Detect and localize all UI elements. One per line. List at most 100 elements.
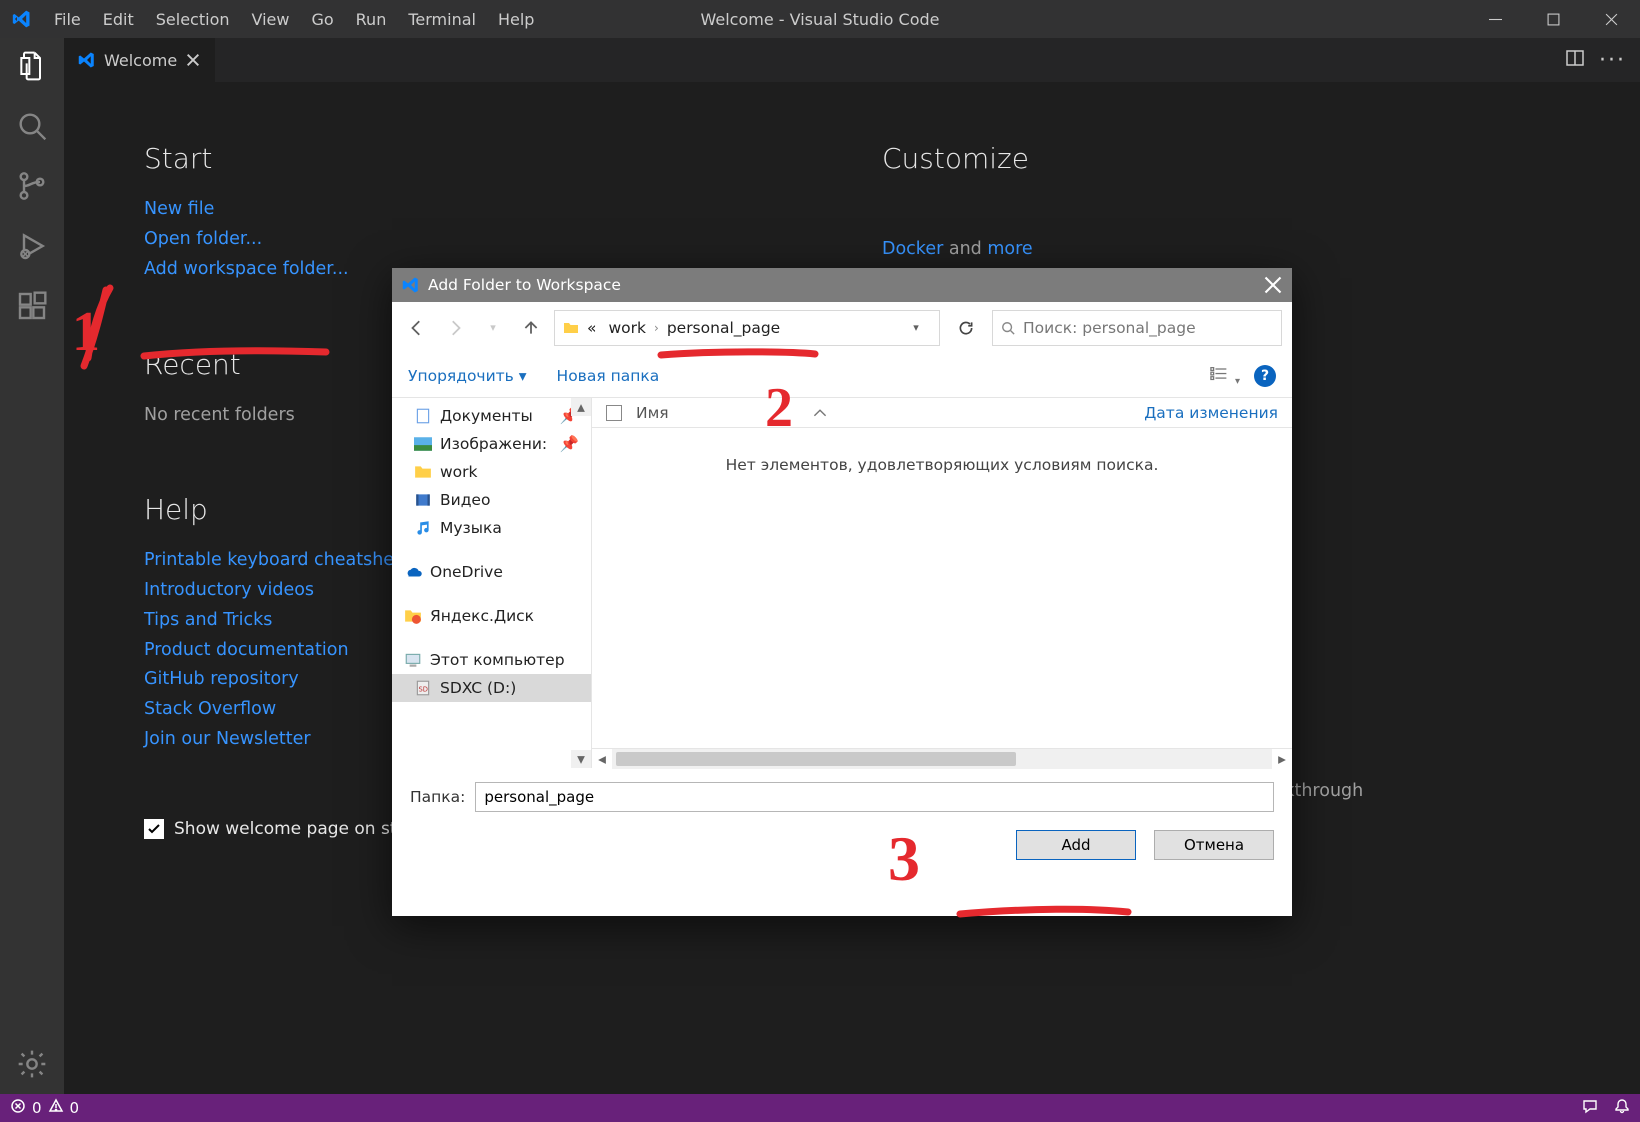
select-all-checkbox[interactable]: [606, 405, 622, 421]
tree-images[interactable]: Изображени:📌: [392, 430, 591, 458]
settings-gear-icon[interactable]: [16, 1048, 48, 1080]
tab-welcome[interactable]: Welcome: [64, 38, 215, 82]
organize-menu[interactable]: Упорядочить ▾: [408, 367, 527, 385]
vscode-logo-icon: [12, 9, 32, 29]
folder-input[interactable]: [475, 782, 1274, 812]
menu-view[interactable]: View: [242, 10, 300, 29]
tree-work[interactable]: work: [392, 458, 591, 486]
horizontal-scrollbar[interactable]: ◂ ▸: [592, 748, 1292, 768]
extensions-icon[interactable]: [16, 290, 48, 322]
source-control-icon[interactable]: [16, 170, 48, 202]
dialog-nav: ▾ « work › personal_page ▾ Поиск: person…: [392, 302, 1292, 354]
start-section: Start New file Open folder... Add worksp…: [144, 142, 822, 284]
menu-run[interactable]: Run: [346, 10, 397, 29]
file-pane: Имя Дата изменения Нет элементов, удовле…: [592, 398, 1292, 768]
errors-icon[interactable]: [10, 1098, 26, 1118]
search-icon[interactable]: [16, 110, 48, 142]
scroll-right-icon[interactable]: ▸: [1272, 749, 1292, 769]
run-debug-icon[interactable]: [16, 230, 48, 262]
tab-close-icon[interactable]: [185, 52, 201, 68]
tab-label: Welcome: [104, 51, 177, 70]
window-title: Welcome - Visual Studio Code: [701, 10, 940, 29]
column-name[interactable]: Имя: [636, 404, 669, 422]
close-button[interactable]: [1582, 0, 1640, 38]
scroll-thumb[interactable]: [616, 752, 1016, 766]
errors-count[interactable]: 0: [32, 1099, 42, 1117]
nav-up-icon[interactable]: [516, 313, 546, 343]
path-box[interactable]: « work › personal_page ▾: [554, 310, 940, 346]
breadcrumb-work[interactable]: work: [604, 319, 650, 337]
svg-text:SD: SD: [419, 685, 428, 693]
breadcrumb-root[interactable]: «: [583, 319, 600, 337]
folder-tree: ▴ Документы📌 Изображени:📌 work Видео Муз…: [392, 398, 592, 768]
path-dropdown-icon[interactable]: ▾: [901, 313, 931, 343]
folder-label: Папка:: [410, 788, 465, 806]
tree-documents[interactable]: Документы📌: [392, 402, 591, 430]
tools-more-link[interactable]: more: [987, 239, 1032, 259]
refresh-icon[interactable]: [948, 310, 984, 346]
file-header: Имя Дата изменения: [592, 398, 1292, 428]
more-actions-icon[interactable]: ···: [1599, 48, 1626, 73]
maximize-button[interactable]: [1524, 0, 1582, 38]
menu-edit[interactable]: Edit: [93, 10, 144, 29]
tree-onedrive[interactable]: OneDrive: [392, 558, 591, 586]
new-folder-button[interactable]: Новая папка: [557, 367, 660, 385]
menu-selection[interactable]: Selection: [146, 10, 240, 29]
activity-bar: [0, 38, 64, 1094]
dialog-body: ▴ Документы📌 Изображени:📌 work Видео Муз…: [392, 398, 1292, 768]
feedback-icon[interactable]: [1582, 1098, 1598, 1118]
minimize-button[interactable]: [1466, 0, 1524, 38]
search-placeholder: Поиск: personal_page: [1023, 319, 1196, 337]
menu-bar: File Edit Selection View Go Run Terminal…: [44, 10, 544, 29]
menu-file[interactable]: File: [44, 10, 91, 29]
tree-music[interactable]: Музыка: [392, 514, 591, 542]
vscode-icon: [78, 51, 96, 69]
search-box[interactable]: Поиск: personal_page: [992, 310, 1282, 346]
help-icon[interactable]: ?: [1254, 365, 1276, 387]
dialog-close-icon[interactable]: [1264, 276, 1282, 294]
warnings-count[interactable]: 0: [70, 1099, 80, 1117]
view-mode-icon[interactable]: ▾: [1210, 364, 1240, 388]
title-bar: File Edit Selection View Go Run Terminal…: [0, 0, 1640, 38]
folder-icon: [563, 320, 579, 336]
vscode-icon: [402, 276, 420, 294]
split-editor-icon[interactable]: [1565, 48, 1585, 72]
scroll-left-icon[interactable]: ◂: [592, 749, 612, 769]
nav-recent-icon[interactable]: ▾: [478, 313, 508, 343]
dialog-titlebar: Add Folder to Workspace: [392, 268, 1292, 302]
tree-video[interactable]: Видео: [392, 486, 591, 514]
tree-scroll-up[interactable]: ▴: [571, 398, 591, 416]
search-icon: [1001, 321, 1015, 335]
menu-terminal[interactable]: Terminal: [398, 10, 486, 29]
empty-message: Нет элементов, удовлетворяющих условиям …: [592, 428, 1292, 502]
new-file-link[interactable]: New file: [144, 195, 822, 225]
breadcrumb-personal-page[interactable]: personal_page: [663, 319, 784, 337]
customize-heading: Customize: [882, 142, 1560, 175]
tools-docker-link[interactable]: Docker: [882, 239, 943, 259]
nav-back-icon[interactable]: [402, 313, 432, 343]
nav-forward-icon[interactable]: [440, 313, 470, 343]
tree-scroll-down[interactable]: ▾: [571, 750, 591, 768]
dialog-buttons: Add Отмена: [410, 830, 1274, 860]
warnings-icon[interactable]: [48, 1098, 64, 1118]
status-bar: 0 0: [0, 1094, 1640, 1122]
dialog-bottom: Папка: Add Отмена: [392, 768, 1292, 876]
menu-help[interactable]: Help: [488, 10, 544, 29]
open-folder-link[interactable]: Open folder...: [144, 225, 822, 255]
dialog-toolbar: Упорядочить ▾ Новая папка ▾ ?: [392, 354, 1292, 398]
column-date[interactable]: Дата изменения: [1144, 404, 1278, 422]
tab-bar: Welcome ···: [64, 38, 1640, 82]
startup-checkbox[interactable]: [144, 819, 164, 839]
chevron-right-icon: ›: [654, 321, 659, 335]
add-button[interactable]: Add: [1016, 830, 1136, 860]
tree-sdxc[interactable]: SDSDXC (D:): [392, 674, 591, 702]
tree-yandex[interactable]: Яндекс.Диск: [392, 602, 591, 630]
explorer-icon[interactable]: [16, 50, 48, 82]
sort-indicator-icon: [813, 406, 827, 420]
tree-computer[interactable]: Этот компьютер: [392, 646, 591, 674]
menu-go[interactable]: Go: [301, 10, 343, 29]
cancel-button[interactable]: Отмена: [1154, 830, 1274, 860]
notifications-icon[interactable]: [1614, 1098, 1630, 1118]
dialog-title: Add Folder to Workspace: [428, 276, 621, 294]
add-folder-dialog: Add Folder to Workspace ▾ « work › perso…: [392, 268, 1292, 916]
